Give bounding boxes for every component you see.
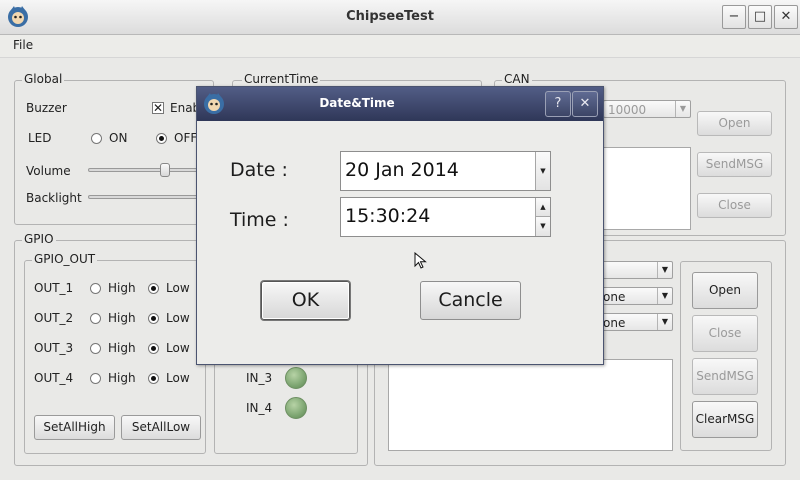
serial-open-button[interactable]: Open <box>692 272 758 309</box>
date-value: 20 Jan 2014 <box>345 159 459 181</box>
out-2-label: OUT_2 <box>34 311 74 325</box>
chevron-down-icon: ▼ <box>675 101 690 117</box>
can-group-title: CAN <box>502 72 532 86</box>
menu-bar: File <box>0 35 800 58</box>
led-off-label: OFF <box>174 131 198 145</box>
ok-button[interactable]: OK <box>261 281 350 320</box>
time-value: 15:30:24 <box>345 205 431 227</box>
led-on-radio[interactable] <box>91 133 102 144</box>
out-4-low-radio[interactable] <box>148 373 159 384</box>
out-1-high-label: High <box>108 281 136 295</box>
chevron-down-icon: ▼ <box>657 314 672 330</box>
chevron-down-icon: ▼ <box>540 167 546 175</box>
led-on-label: ON <box>109 131 128 145</box>
out-2-high-radio[interactable] <box>90 313 101 324</box>
minimize-button[interactable]: − <box>722 5 746 29</box>
volume-slider[interactable] <box>88 168 198 172</box>
chevron-down-icon: ▼ <box>540 222 546 230</box>
in-4-label: IN_4 <box>246 401 273 415</box>
date-field[interactable]: 20 Jan 2014 ▼ <box>340 151 551 191</box>
window-title-bar[interactable]: ChipseeTest − □ ✕ <box>0 0 800 35</box>
chevron-down-icon: ▼ <box>657 288 672 304</box>
gpio-out-group-title: GPIO_OUT <box>32 252 98 266</box>
volume-label: Volume <box>26 164 71 178</box>
serial-send-button[interactable]: SendMSG <box>692 358 758 395</box>
date-label: Date : <box>230 159 288 181</box>
serial-combo-2[interactable]: one ▼ <box>600 287 673 305</box>
can-bitrate-combo[interactable]: 10000 ▼ <box>603 100 691 118</box>
in-4-led-indicator <box>285 397 307 419</box>
led-label: LED <box>28 131 52 145</box>
backlight-label: Backlight <box>26 191 82 205</box>
mouse-cursor-icon <box>414 251 428 270</box>
out-3-high-radio[interactable] <box>90 343 101 354</box>
volume-slider-handle[interactable] <box>160 163 170 177</box>
out-1-low-label: Low <box>166 281 190 295</box>
chevron-up-icon: ▲ <box>540 203 546 211</box>
out-2-low-label: Low <box>166 311 190 325</box>
out-3-label: OUT_3 <box>34 341 74 355</box>
time-step-down-button[interactable]: ▼ <box>535 217 550 236</box>
out-4-label: OUT_4 <box>34 371 74 385</box>
time-label: Time : <box>230 209 289 231</box>
out-1-label: OUT_1 <box>34 281 74 295</box>
help-button[interactable]: ? <box>545 91 571 117</box>
set-all-high-button[interactable]: SetAllHigh <box>34 415 115 440</box>
current-time-group-title: CurrentTime <box>242 72 321 86</box>
dialog-title-bar[interactable]: Date&Time ? ✕ <box>197 87 603 121</box>
can-close-button[interactable]: Close <box>697 193 772 218</box>
menu-file[interactable]: File <box>13 38 33 52</box>
window-title: ChipseeTest <box>346 9 434 24</box>
can-message-area[interactable] <box>603 147 691 230</box>
chevron-down-icon: ▼ <box>657 262 672 278</box>
backlight-slider[interactable] <box>88 195 198 199</box>
serial-combo-1[interactable]: ▼ <box>600 261 673 279</box>
time-field[interactable]: 15:30:24 ▲ ▼ <box>340 197 551 237</box>
out-3-low-label: Low <box>166 341 190 355</box>
buzzer-label: Buzzer <box>26 101 67 115</box>
serial-message-area[interactable] <box>388 359 673 451</box>
gpio-group-title: GPIO <box>22 232 56 246</box>
can-send-button[interactable]: SendMSG <box>697 152 772 177</box>
time-step-up-button[interactable]: ▲ <box>535 198 550 217</box>
out-2-low-radio[interactable] <box>148 313 159 324</box>
out-1-high-radio[interactable] <box>90 283 101 294</box>
serial-combo-3-value: one <box>603 316 626 330</box>
serial-combo-2-value: one <box>603 290 626 304</box>
out-3-low-radio[interactable] <box>148 343 159 354</box>
in-3-label: IN_3 <box>246 371 273 385</box>
out-4-low-label: Low <box>166 371 190 385</box>
serial-combo-3[interactable]: one ▼ <box>600 313 673 331</box>
serial-close-button[interactable]: Close <box>692 315 758 352</box>
in-3-led-indicator <box>285 367 307 389</box>
buzzer-checkbox[interactable]: ✕ <box>152 102 164 114</box>
can-open-button[interactable]: Open <box>697 111 772 136</box>
out-3-high-label: High <box>108 341 136 355</box>
serial-clear-button[interactable]: ClearMSG <box>692 401 758 438</box>
out-4-high-radio[interactable] <box>90 373 101 384</box>
out-2-high-label: High <box>108 311 136 325</box>
date-dropdown-button[interactable]: ▼ <box>535 152 550 190</box>
global-group-title: Global <box>22 72 65 86</box>
close-window-button[interactable]: ✕ <box>774 5 798 29</box>
led-off-radio[interactable] <box>156 133 167 144</box>
maximize-button[interactable]: □ <box>748 5 772 29</box>
out-1-low-radio[interactable] <box>148 283 159 294</box>
date-time-dialog: Date&Time ? ✕ Date : 20 Jan 2014 ▼ Time … <box>196 86 604 365</box>
can-bitrate-value: 10000 <box>608 103 647 117</box>
out-4-high-label: High <box>108 371 136 385</box>
dialog-title: Date&Time <box>319 96 395 110</box>
cancel-button[interactable]: Cancle <box>420 281 521 320</box>
set-all-low-button[interactable]: SetAllLow <box>121 415 201 440</box>
dialog-close-button[interactable]: ✕ <box>572 91 598 117</box>
